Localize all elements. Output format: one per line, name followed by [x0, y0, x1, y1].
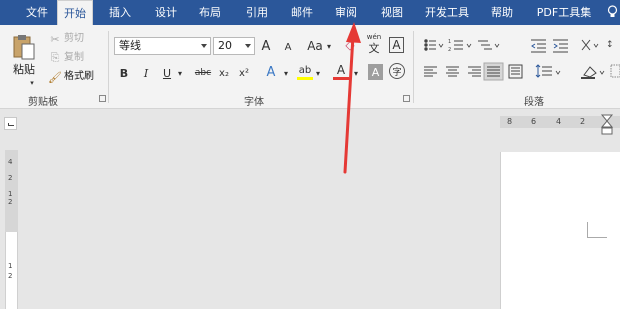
sort-icon: ↕	[606, 40, 614, 50]
align-center-icon	[446, 66, 459, 77]
format-painter-icon[interactable]: 🖌	[48, 70, 62, 84]
indent-marker-icon[interactable]	[600, 114, 614, 136]
change-case-button[interactable]: Aa	[305, 37, 325, 55]
copy-button[interactable]: 复制	[64, 50, 84, 66]
highlight-color-bar	[297, 77, 313, 80]
superscript-button[interactable]: x²	[237, 65, 251, 81]
ruler-number: 6	[531, 117, 537, 126]
ribbon-tab-bar: 文件 开始 插入 设计 布局 引用 邮件 审阅 视图 开发工具 帮助 PDF工具…	[0, 0, 620, 25]
bold-button[interactable]: B	[118, 65, 130, 81]
chinese-layout-icon	[581, 39, 591, 51]
increase-indent-icon	[553, 39, 568, 53]
document-page[interactable]	[500, 152, 620, 309]
chevron-down-icon[interactable]: ▾	[282, 65, 290, 81]
distributed-icon	[508, 64, 523, 79]
ruler-number: 2	[580, 117, 586, 126]
highlight-icon[interactable]: ab	[297, 63, 313, 77]
tab-view[interactable]: 视图	[373, 0, 411, 25]
chevron-down-icon[interactable]	[245, 44, 251, 48]
ruler-number: 1	[8, 262, 13, 270]
tab-mailings[interactable]: 邮件	[283, 0, 321, 25]
text-effects-icon[interactable]: A	[264, 63, 278, 81]
paste-icon[interactable]	[12, 33, 36, 61]
tab-home[interactable]: 开始	[57, 0, 93, 25]
font-group-label: 字体	[244, 97, 264, 108]
numbering-icon: 1 2	[448, 39, 463, 53]
paragraph-group-label: 段落	[524, 97, 544, 108]
tab-stop-left-icon	[8, 123, 14, 126]
borders-icon	[610, 64, 620, 78]
margin-corner-mark	[587, 222, 607, 238]
font-launcher-icon[interactable]	[403, 95, 410, 102]
shrink-font-icon[interactable]: A	[282, 39, 294, 55]
clipboard-launcher-icon[interactable]	[99, 95, 106, 102]
ruler-number: 4	[8, 158, 13, 166]
ruler-number: 4	[556, 117, 562, 126]
format-painter-button[interactable]: 格式刷	[64, 69, 94, 85]
multilevel-list-icon	[478, 40, 492, 50]
strikethrough-button[interactable]: abc	[193, 65, 213, 81]
grow-font-icon[interactable]: A	[259, 37, 273, 55]
lightbulb-icon[interactable]	[607, 5, 618, 19]
vertical-ruler-margin: 4 2 1 2	[5, 150, 18, 232]
font-size-combo[interactable]: 20	[213, 37, 255, 55]
font-name-value: 等线	[119, 39, 141, 52]
svg-text:↕: ↕	[606, 40, 614, 50]
character-shading-icon[interactable]: A	[368, 64, 383, 80]
chevron-down-icon[interactable]: ▾	[176, 65, 184, 81]
svg-text:2: 2	[448, 47, 451, 53]
tab-selector[interactable]	[4, 117, 17, 130]
ruler-number: 2	[8, 174, 13, 182]
group-divider	[413, 31, 414, 103]
align-right-icon	[468, 66, 481, 77]
group-divider	[108, 31, 109, 103]
underline-button[interactable]: U	[161, 65, 173, 81]
phonetic-guide-icon[interactable]: 文	[366, 41, 382, 55]
tab-developer[interactable]: 开发工具	[418, 0, 476, 25]
tab-design[interactable]: 设计	[147, 0, 185, 25]
scissors-icon[interactable]: ✂	[48, 32, 62, 46]
ruler-number: 2	[8, 272, 13, 280]
clear-formatting-icon[interactable]: ◇	[342, 36, 358, 54]
svg-text:1: 1	[448, 39, 451, 45]
chevron-down-icon[interactable]: ▾	[352, 65, 360, 81]
italic-button[interactable]: I	[140, 65, 152, 81]
font-name-combo[interactable]: 等线	[114, 37, 211, 55]
copy-icon[interactable]: ⎘	[48, 51, 62, 65]
paragraph-controls: 1 2 ↕	[424, 39, 620, 81]
font-size-value: 20	[218, 39, 232, 52]
ribbon-home: 粘贴 ▾ ✂ 剪切 ⎘ 复制 🖌 格式刷 剪贴板 等线 20 A A Aa ▾ …	[0, 25, 620, 109]
tab-insert[interactable]: 插入	[101, 0, 139, 25]
subscript-button[interactable]: x₂	[217, 65, 231, 81]
font-color-icon[interactable]: A	[334, 62, 348, 77]
tab-help[interactable]: 帮助	[483, 0, 521, 25]
cut-button[interactable]: 剪切	[64, 31, 84, 47]
bullets-icon	[424, 39, 436, 51]
horizontal-ruler[interactable]: 8 6 4 2	[500, 114, 620, 135]
tab-review[interactable]: 审阅	[327, 0, 365, 25]
decrease-indent-icon	[531, 39, 546, 53]
chevron-down-icon[interactable]: ▾	[325, 38, 333, 54]
ruler-number: 1	[8, 190, 13, 198]
tab-references[interactable]: 引用	[238, 0, 276, 25]
line-spacing-icon	[535, 64, 552, 78]
tab-pdf-tools[interactable]: PDF工具集	[531, 0, 597, 25]
character-border-icon[interactable]: A	[389, 37, 404, 53]
tab-file[interactable]: 文件	[18, 0, 56, 25]
shading-icon	[581, 66, 597, 79]
chevron-down-icon[interactable]: ▾	[28, 79, 36, 87]
chevron-down-icon[interactable]	[201, 44, 207, 48]
ruler-number: 8	[507, 117, 513, 126]
align-left-icon	[424, 66, 437, 77]
clipboard-group-label: 剪贴板	[28, 97, 58, 108]
ruler-number: 2	[8, 198, 13, 206]
paste-button[interactable]: 粘贴	[13, 62, 35, 78]
font-color-bar	[333, 77, 349, 80]
chevron-down-icon[interactable]: ▾	[314, 65, 322, 81]
tab-layout[interactable]: 布局	[191, 0, 229, 25]
enclose-characters-icon[interactable]: 字	[389, 63, 405, 79]
